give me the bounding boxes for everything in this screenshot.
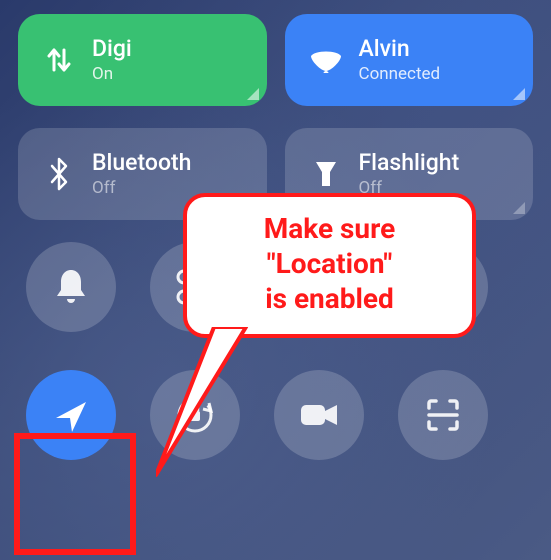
callout-line: is enabled (205, 281, 454, 316)
wifi-icon (305, 39, 347, 81)
rotation-lock-icon (173, 393, 217, 437)
location-arrow-icon (50, 394, 92, 436)
tile-title: Alvin (359, 36, 441, 61)
bell-icon (51, 266, 91, 308)
toggle-dnd[interactable] (26, 242, 116, 332)
tile-title: Flashlight (359, 150, 460, 175)
tile-wifi[interactable]: Alvin Connected (285, 14, 534, 106)
tile-title: Bluetooth (92, 150, 191, 175)
toggle-rotation-lock[interactable] (150, 370, 240, 460)
bluetooth-icon (38, 153, 80, 195)
scan-icon (423, 395, 463, 435)
tile-status: On (92, 64, 132, 84)
mobile-data-icon (38, 39, 80, 81)
annotation-highlight-box (14, 433, 136, 555)
expand-corner-icon (247, 88, 259, 100)
callout-line: Make sure (205, 211, 454, 246)
toggle-screen-record[interactable] (274, 370, 364, 460)
toggle-scanner[interactable] (398, 370, 488, 460)
flashlight-icon (305, 153, 347, 195)
tile-mobile-data[interactable]: Digi On (18, 14, 267, 106)
expand-corner-icon (513, 88, 525, 100)
video-camera-icon (297, 399, 341, 431)
tile-status: Off (92, 178, 191, 198)
tile-title: Digi (92, 36, 132, 61)
callout-line: "Location" (205, 246, 454, 281)
expand-corner-icon (513, 202, 525, 214)
annotation-callout: Make sure "Location" is enabled (183, 193, 476, 338)
tile-status: Connected (359, 64, 441, 84)
